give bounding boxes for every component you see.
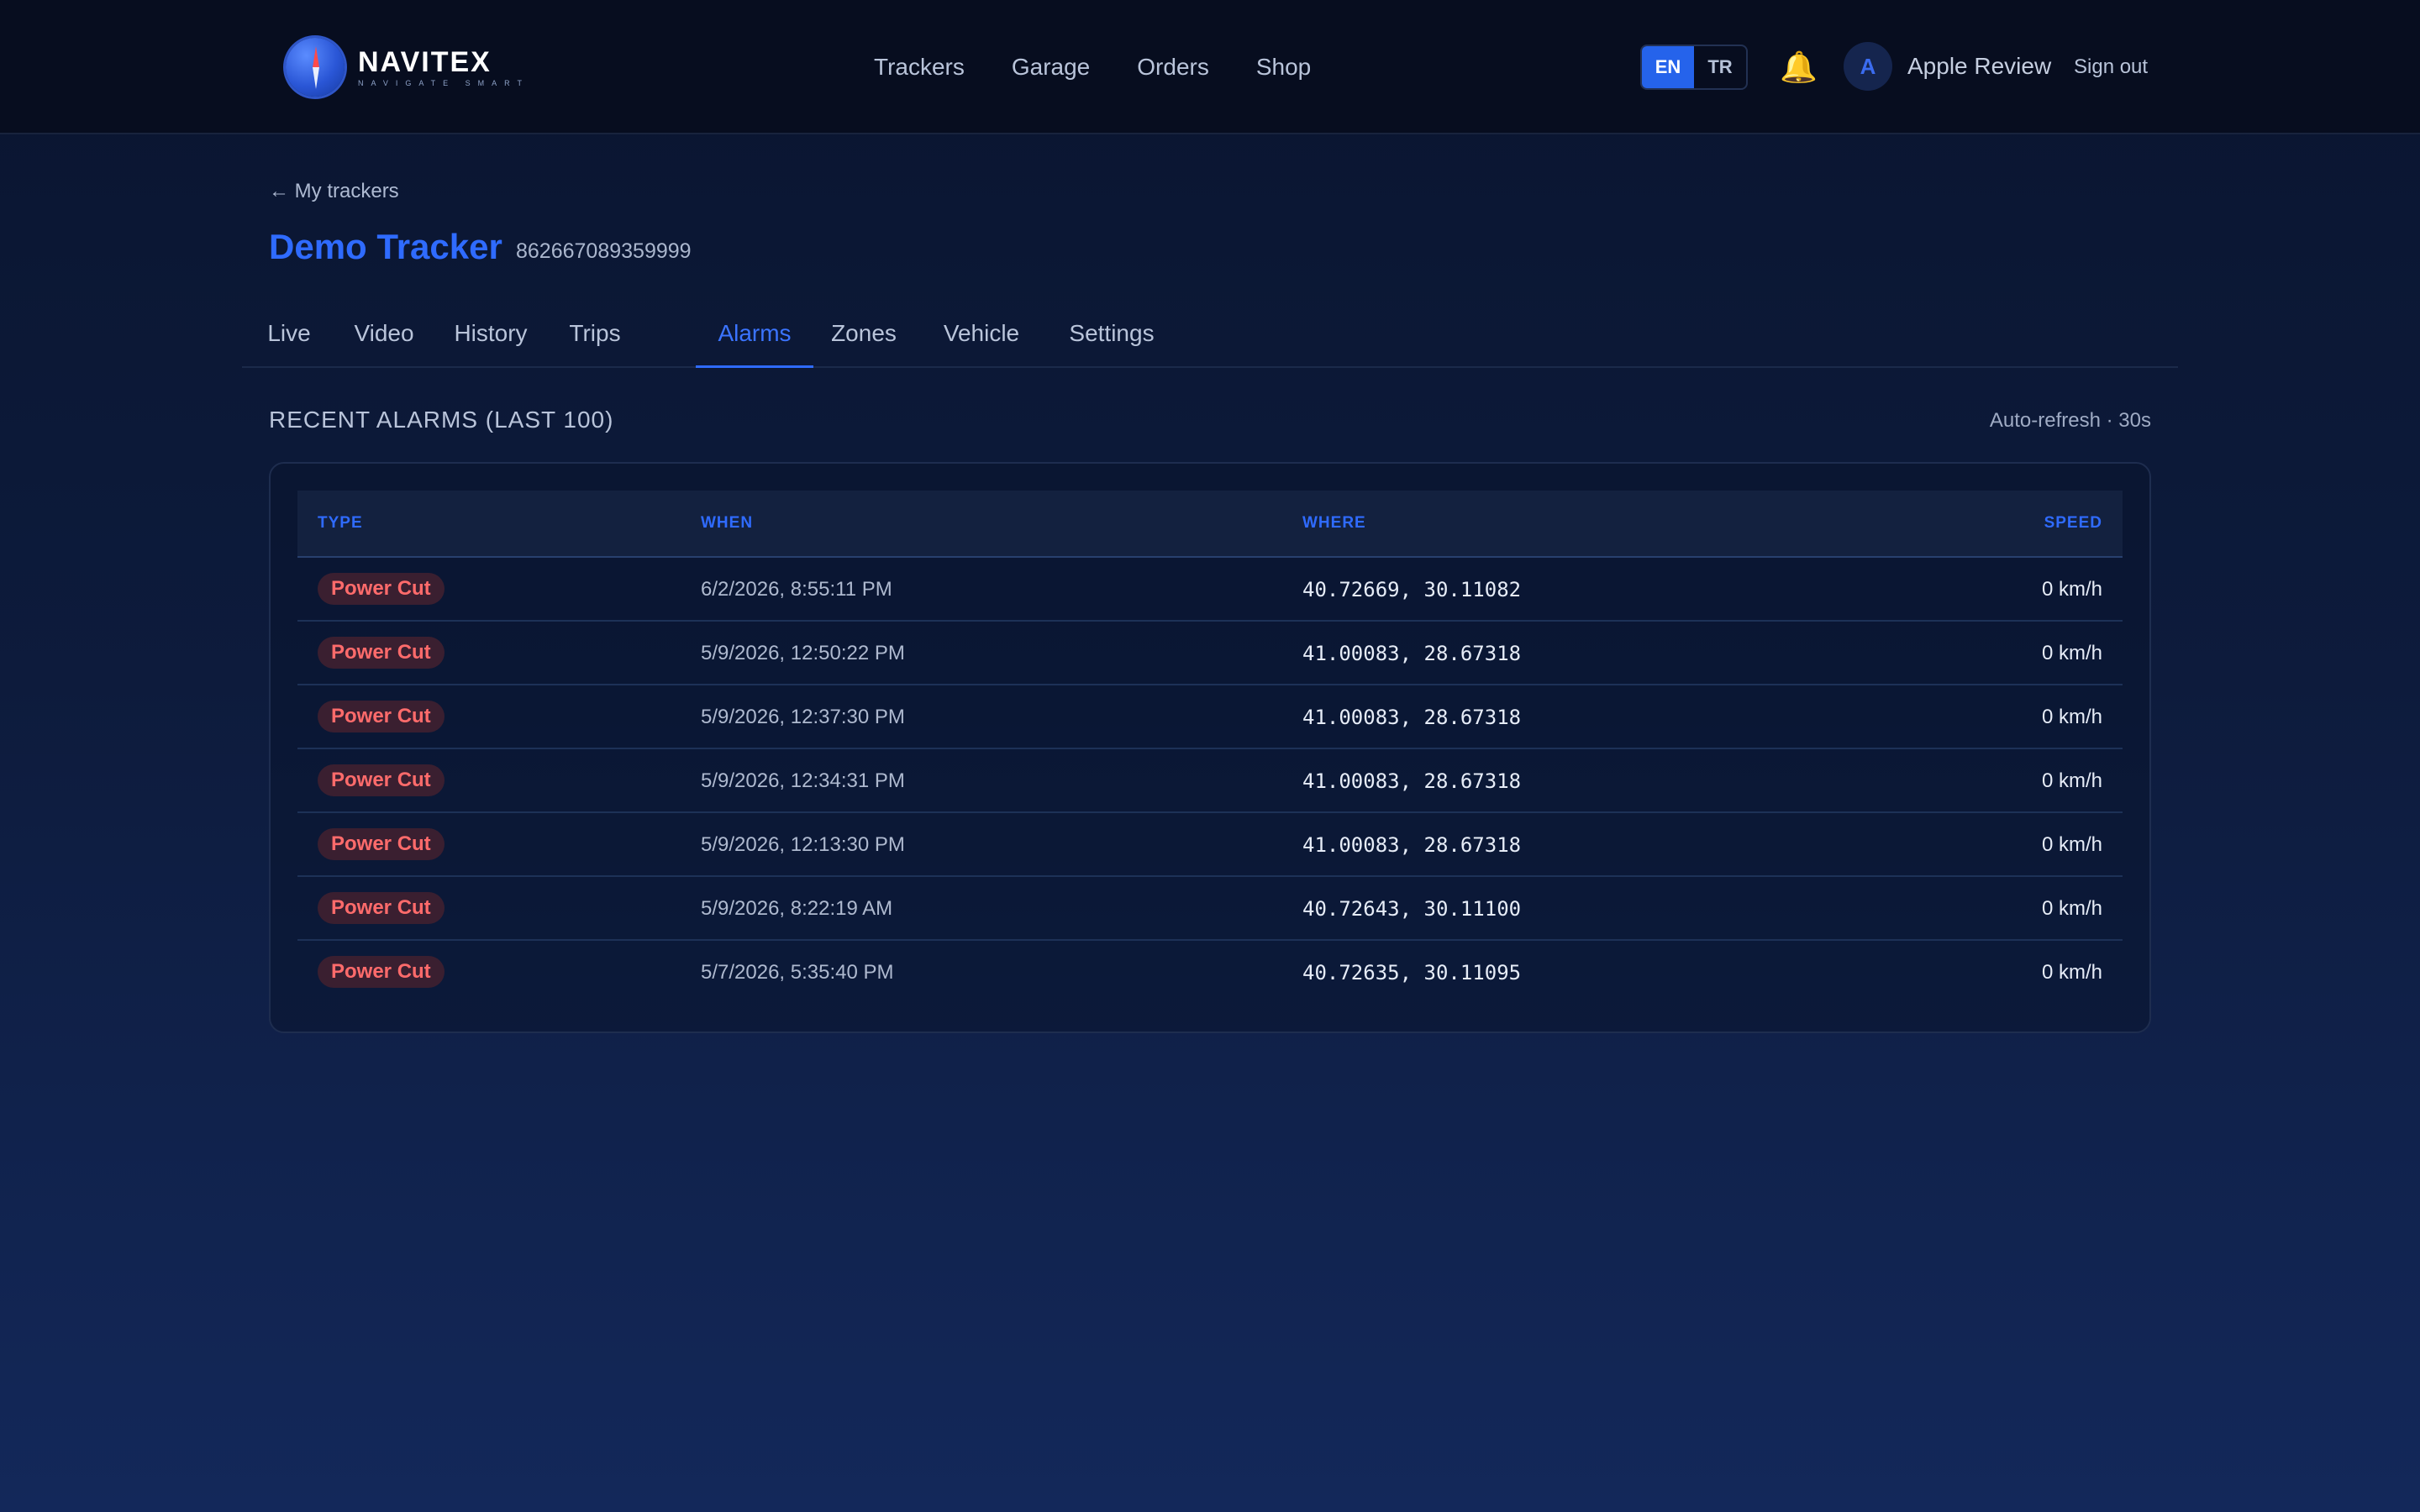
alarm-type-badge: Power Cut <box>318 573 445 605</box>
avatar: A <box>1844 42 1892 91</box>
column-header-type[interactable]: TYPE <box>318 491 363 556</box>
alarm-time: 5/9/2026, 8:22:19 AM <box>701 897 893 920</box>
column-header-speed[interactable]: SPEED <box>2044 491 2102 556</box>
brand-text: NAVITEX NAVIGATE SMART <box>358 47 529 87</box>
alarms-table-card: TYPE WHEN WHERE SPEED Power Cut 6/2/2026… <box>269 462 2151 1033</box>
tab-zones[interactable]: Zones <box>813 312 914 368</box>
tracker-id: 862667089359999 <box>516 239 692 263</box>
alarm-type-badge: Power Cut <box>318 828 445 860</box>
nav-item-shop[interactable]: Shop <box>1256 47 1311 87</box>
back-to-trackers-link[interactable]: ← My trackers <box>269 176 399 207</box>
brand-logo[interactable]: NAVITEX NAVIGATE SMART <box>286 37 529 97</box>
table-header: TYPE WHEN WHERE SPEED <box>297 491 2123 558</box>
arrow-left-icon: ← <box>269 180 289 202</box>
table-row[interactable]: Power Cut 5/9/2026, 8:22:19 AM 40.72643,… <box>297 877 2123 941</box>
nav-item-trackers[interactable]: Trackers <box>874 47 965 87</box>
alarm-type-badge: Power Cut <box>318 956 445 988</box>
alarm-time: 5/7/2026, 5:35:40 PM <box>701 961 894 984</box>
table-row[interactable]: Power Cut 5/9/2026, 12:37:30 PM 41.00083… <box>297 685 2123 749</box>
lang-option-tr[interactable]: TR <box>1694 46 1746 88</box>
alarm-speed: 0 km/h <box>2041 706 2102 728</box>
column-header-when[interactable]: WHEN <box>701 491 753 556</box>
alarm-speed: 0 km/h <box>2041 897 2102 920</box>
tab-live[interactable]: Live <box>242 312 336 368</box>
alarm-location: 41.00083, 28.67318 <box>1302 706 1522 729</box>
alarm-time: 6/2/2026, 8:55:11 PM <box>701 578 892 601</box>
table-row[interactable]: Power Cut 5/9/2026, 12:13:30 PM 41.00083… <box>297 813 2123 877</box>
alarm-location: 40.72635, 30.11095 <box>1302 961 1522 984</box>
column-header-where[interactable]: WHERE <box>1302 491 1366 556</box>
alarm-time: 5/9/2026, 12:34:31 PM <box>701 769 905 792</box>
alarm-time: 5/9/2026, 12:13:30 PM <box>701 833 905 856</box>
alarm-type-badge: Power Cut <box>318 892 445 924</box>
brand-tagline: NAVIGATE SMART <box>358 79 530 87</box>
alarm-type-badge: Power Cut <box>318 701 445 732</box>
table-row[interactable]: Power Cut 5/9/2026, 12:50:22 PM 41.00083… <box>297 622 2123 685</box>
tab-trips[interactable]: Trips <box>550 312 640 368</box>
alarm-type-badge: Power Cut <box>318 764 445 796</box>
table-row[interactable]: Power Cut 5/9/2026, 12:34:31 PM 41.00083… <box>297 749 2123 813</box>
user-name: Apple Review <box>1907 53 2052 79</box>
auto-refresh-status: Auto-refresh · 30s <box>1989 409 2151 432</box>
alarm-time: 5/9/2026, 12:37:30 PM <box>701 706 905 728</box>
alarm-location: 41.00083, 28.67318 <box>1302 642 1522 665</box>
alarm-location: 40.72643, 30.11100 <box>1302 897 1522 921</box>
compass-globe-icon <box>286 38 345 97</box>
bell-icon[interactable]: 🔔 <box>1780 49 1818 86</box>
alarm-location: 41.00083, 28.67318 <box>1302 769 1522 793</box>
alarm-speed: 0 km/h <box>2041 642 2102 664</box>
tracker-tabs: Live Video History Trips Alarms Zones Ve… <box>242 312 2178 368</box>
alarm-location: 41.00083, 28.67318 <box>1302 833 1522 857</box>
main-nav: Trackers Garage Orders Shop <box>874 47 1311 87</box>
top-bar: NAVITEX NAVIGATE SMART Trackers Garage O… <box>0 0 2420 134</box>
user-menu[interactable]: A Apple Review <box>1844 42 2051 91</box>
alarm-speed: 0 km/h <box>2041 833 2102 856</box>
language-switcher: EN TR <box>1640 45 1748 90</box>
table-row[interactable]: Power Cut 5/7/2026, 5:35:40 PM 40.72635,… <box>297 941 2123 1005</box>
nav-item-orders[interactable]: Orders <box>1137 47 1209 87</box>
tab-video[interactable]: Video <box>336 312 432 368</box>
table-body: Power Cut 6/2/2026, 8:55:11 PM 40.72669,… <box>297 558 2123 1005</box>
sign-out-link[interactable]: Sign out <box>2074 52 2148 82</box>
table-row[interactable]: Power Cut 6/2/2026, 8:55:11 PM 40.72669,… <box>297 558 2123 622</box>
alarm-time: 5/9/2026, 12:50:22 PM <box>701 642 905 664</box>
tab-alarms[interactable]: Alarms <box>696 312 813 368</box>
alarm-speed: 0 km/h <box>2041 578 2102 601</box>
tab-vehicle[interactable]: Vehicle <box>923 312 1040 368</box>
page-title: Demo Tracker <box>269 227 502 266</box>
section-heading: RECENT ALARMS (LAST 100) <box>269 407 614 433</box>
alarm-type-badge: Power Cut <box>318 637 445 669</box>
alarm-location: 40.72669, 30.11082 <box>1302 578 1522 601</box>
tab-history[interactable]: History <box>432 312 550 368</box>
brand-name: NAVITEX <box>358 46 492 78</box>
back-link-label: My trackers <box>294 180 399 202</box>
alarm-speed: 0 km/h <box>2041 961 2102 984</box>
alarm-speed: 0 km/h <box>2041 769 2102 792</box>
tab-settings[interactable]: Settings <box>1050 312 1173 368</box>
lang-option-en[interactable]: EN <box>1642 46 1694 88</box>
nav-item-garage[interactable]: Garage <box>1012 47 1090 87</box>
